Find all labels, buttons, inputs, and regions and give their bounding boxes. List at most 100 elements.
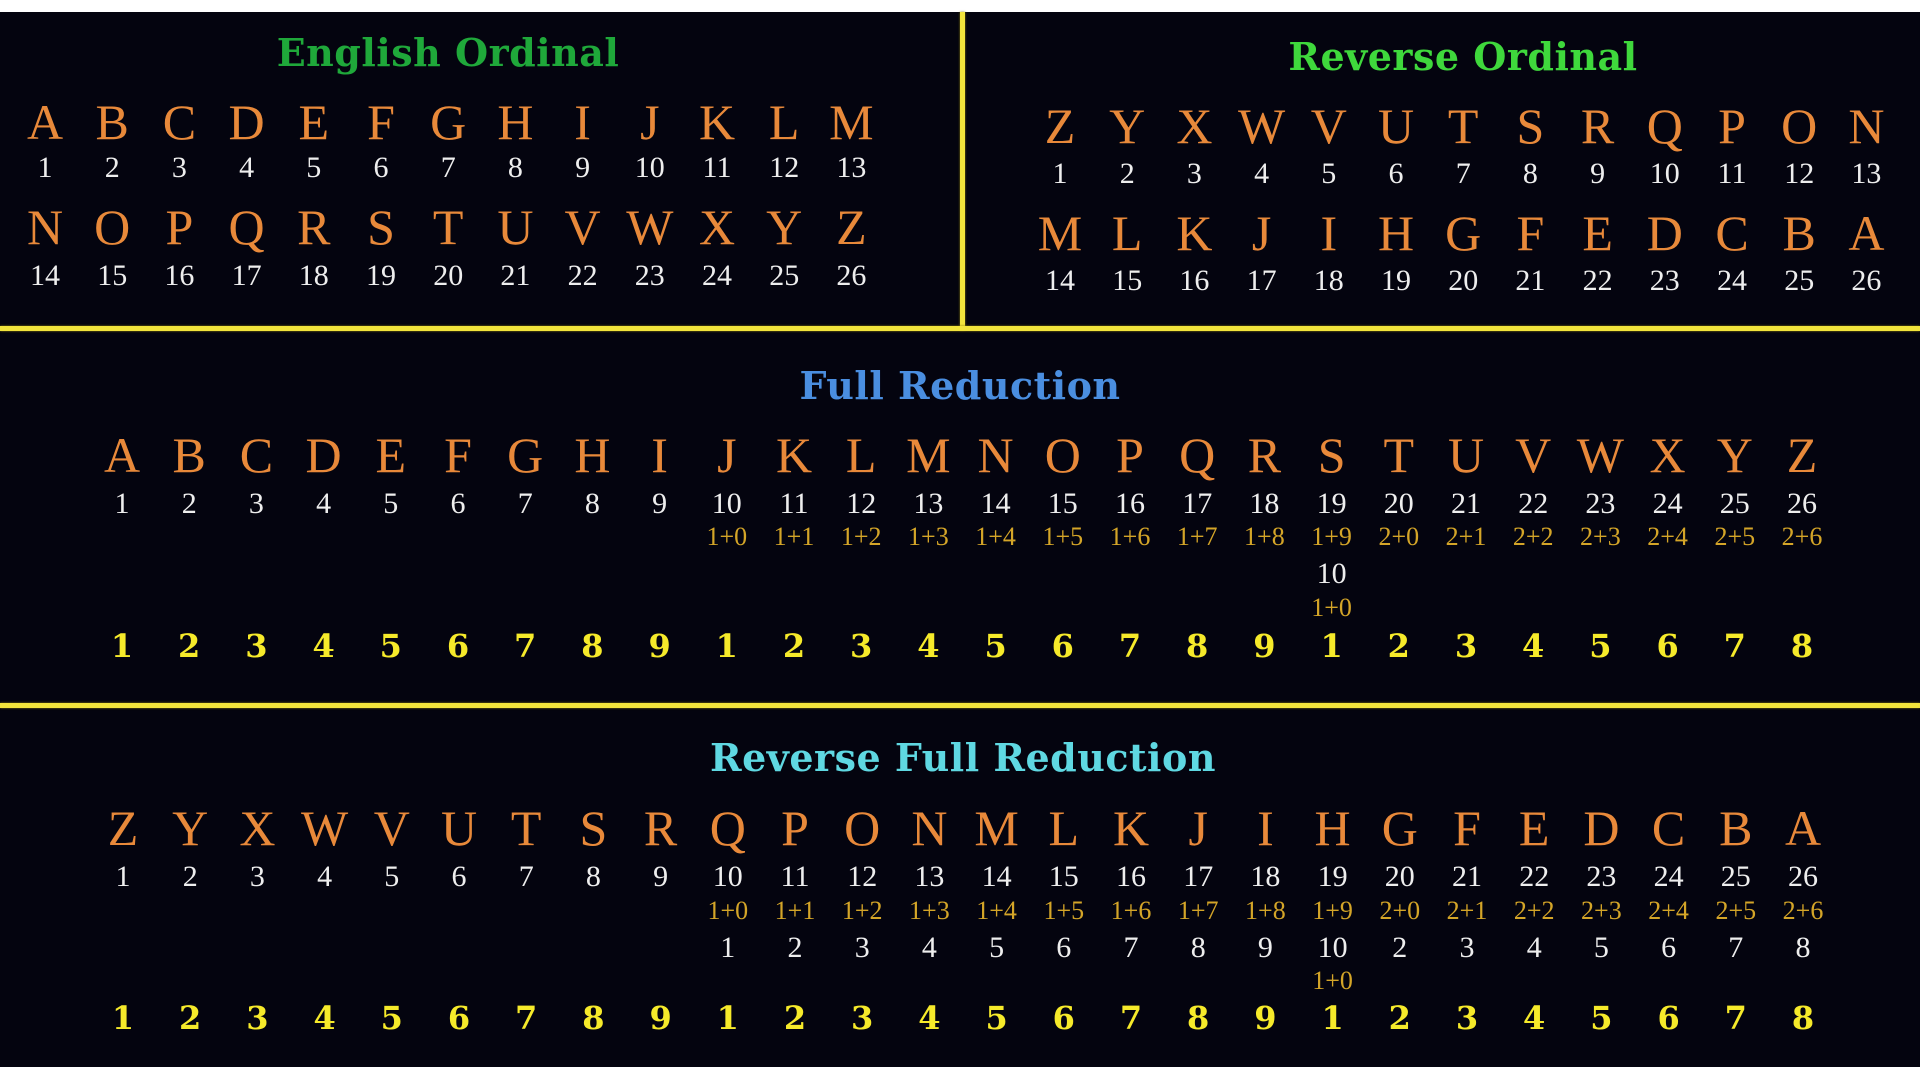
value-cell: 1 xyxy=(37,151,53,184)
letter-cell: P xyxy=(1718,98,1746,154)
reduced-value-cell: 8 xyxy=(1186,627,1209,665)
reduced-value-cell: 3 xyxy=(1454,627,1478,665)
digit-sum-cell: 1+0 xyxy=(706,522,748,551)
letter-cell: W xyxy=(300,800,349,856)
value-cell: 4 xyxy=(316,487,332,520)
digit-sum-cell: 1+8 xyxy=(1244,522,1285,551)
reduced-value-cell: 2 xyxy=(1387,627,1410,665)
value-cell: 1 xyxy=(114,487,130,520)
letter-cell: G xyxy=(430,94,467,150)
letter-cell: Z xyxy=(107,800,139,856)
value-cell: 5 xyxy=(384,860,400,893)
digit-sum-cell: 2+4 xyxy=(1648,896,1689,925)
reduced-value-cell: 4 xyxy=(1522,627,1545,665)
value-cell: 18 xyxy=(1313,264,1344,297)
letter-cell: Y xyxy=(766,199,803,255)
value-cell: 2 xyxy=(181,487,197,520)
value-cell: 19 xyxy=(366,259,396,292)
letter-cell: I xyxy=(574,94,591,150)
reduced-value-cell: 6 xyxy=(1052,999,1075,1037)
value-cell: 9 xyxy=(575,151,591,184)
letter-cell: J xyxy=(1251,205,1272,261)
reduced-value-cell: 5 xyxy=(1589,627,1612,665)
value-cell: 1 xyxy=(115,860,131,893)
letter-cell: B xyxy=(1719,800,1753,856)
letter-cell: F xyxy=(444,427,472,483)
divider-middle xyxy=(0,703,1920,708)
reduced-value-cell: 6 xyxy=(1656,627,1679,665)
value-cell: 17 xyxy=(1246,264,1277,297)
letter-cell: U xyxy=(440,800,478,856)
letter-cell: X xyxy=(1176,98,1213,154)
reduced-value-cell: 1 xyxy=(111,999,135,1037)
letter-cell: I xyxy=(1320,205,1338,261)
letter-cell: C xyxy=(1715,205,1749,261)
value-cell: 18 xyxy=(298,259,329,292)
value-cell: 12 xyxy=(846,487,877,520)
value-cell: 25 xyxy=(1784,264,1815,297)
value-cell: 25 xyxy=(1719,487,1750,520)
digit-sum-cell: 1+8 xyxy=(1245,896,1286,925)
letter-cell: Q xyxy=(228,199,265,255)
value-cell: 16 xyxy=(1116,860,1146,893)
reduced-value-cell: 2 xyxy=(782,627,806,665)
letter-cell: V xyxy=(373,800,410,856)
value-cell: 14 xyxy=(30,259,60,292)
letter-cell: V xyxy=(1310,98,1347,154)
letter-cell: W xyxy=(1237,98,1286,154)
reduced-value-cell: 5 xyxy=(984,627,1007,665)
intermediate-cell: 2 xyxy=(787,931,803,964)
reduced-value-cell: 6 xyxy=(1051,627,1074,665)
value-cell: 17 xyxy=(231,259,262,292)
letter-cell: A xyxy=(1784,800,1822,856)
digit-sum-cell: 1+0 xyxy=(707,896,749,925)
value-cell: 26 xyxy=(1787,487,1817,520)
reduced-value-cell: 4 xyxy=(918,999,941,1037)
value-cell: 24 xyxy=(702,259,732,292)
letter-cell: P xyxy=(165,199,194,255)
letter-cell: Y xyxy=(172,800,209,856)
digit-sum-cell: 1+1 xyxy=(774,896,816,925)
letter-cell: L xyxy=(1111,205,1143,261)
value-cell: 3 xyxy=(171,151,187,184)
reduced-value-cell: 9 xyxy=(648,627,671,665)
digit-sum-cell: 1+7 xyxy=(1176,522,1218,551)
value-cell: 12 xyxy=(1784,157,1815,190)
value-cell: 8 xyxy=(585,860,601,893)
letter-cell: M xyxy=(829,94,874,150)
letter-cell: I xyxy=(1257,800,1274,856)
intermediate-cell: 2 xyxy=(1392,931,1408,964)
reduced-value-cell: 5 xyxy=(985,999,1008,1037)
value-cell: 9 xyxy=(653,860,669,893)
digit-sum-cell: 1+9 xyxy=(1312,896,1353,925)
reduced-value-cell: 1 xyxy=(1320,627,1343,665)
reduced-value-cell: 9 xyxy=(1254,999,1277,1037)
value-cell: 24 xyxy=(1653,860,1684,893)
digit-sum-cell: 1+4 xyxy=(975,522,1016,551)
letter-cell: X xyxy=(698,199,736,255)
letter-cell: R xyxy=(1247,427,1282,483)
vertical-divider xyxy=(960,12,965,330)
reduced-value-cell: 4 xyxy=(1523,999,1546,1037)
digit-sum-cell: 2+2 xyxy=(1513,896,1555,925)
digit-sum-cell: 2+2 xyxy=(1512,522,1554,551)
value-cell: 19 xyxy=(1317,860,1348,893)
letter-cell: F xyxy=(367,94,395,150)
value-cell: 13 xyxy=(913,487,944,520)
value-cell: 7 xyxy=(440,151,456,184)
letter-cell: G xyxy=(1445,205,1482,261)
digit-sum-cell: 1+5 xyxy=(1043,896,1085,925)
letter-cell: A xyxy=(26,94,64,150)
value-cell: 5 xyxy=(1321,157,1337,190)
digit-sum-cell: 2+5 xyxy=(1714,522,1756,551)
digit-sum-cell: 2+1 xyxy=(1446,896,1488,925)
digit-sum-cell: 2+5 xyxy=(1715,896,1757,925)
value-cell: 12 xyxy=(847,860,878,893)
letter-cell: N xyxy=(26,199,64,255)
reduced-value-cell: 4 xyxy=(917,627,940,665)
value-cell: 15 xyxy=(1112,264,1143,297)
intermediate-cell: 4 xyxy=(1526,931,1542,964)
letter-cell: K xyxy=(1176,205,1213,261)
value-cell: 14 xyxy=(980,487,1011,520)
letter-cell: L xyxy=(1048,800,1080,856)
